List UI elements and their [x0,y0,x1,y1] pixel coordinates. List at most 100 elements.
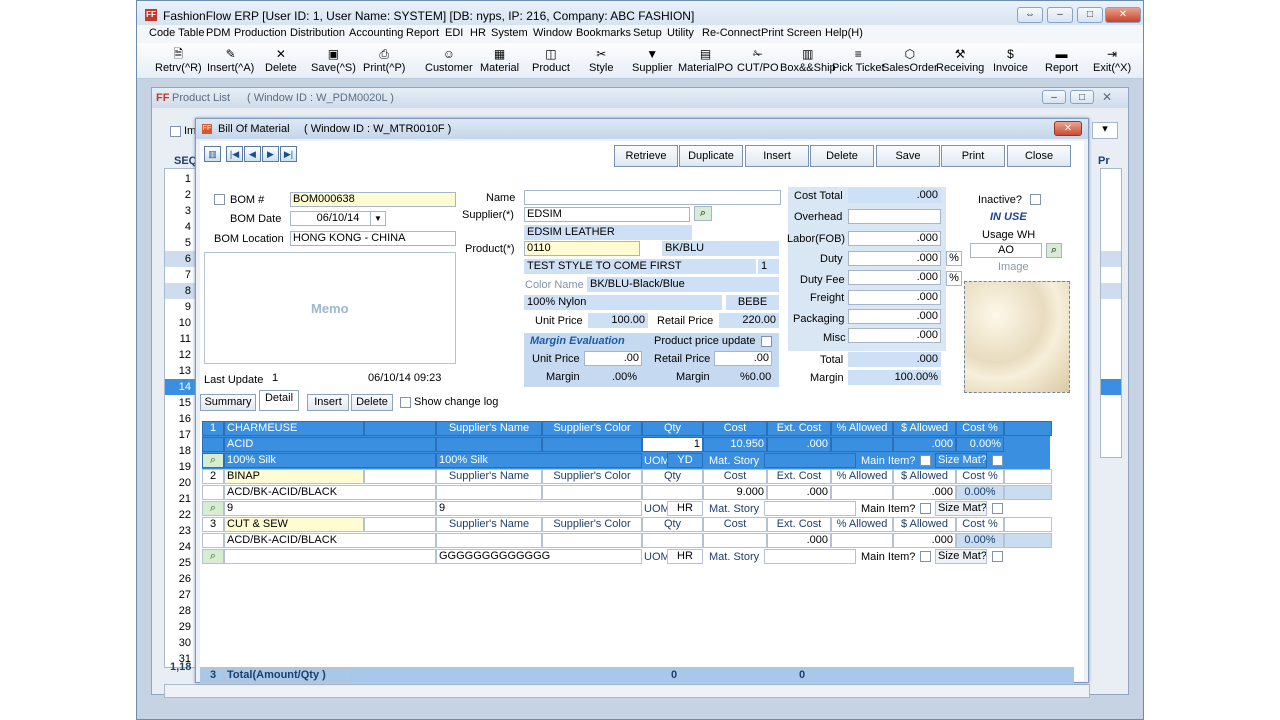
item-search-icon[interactable]: ⌕ [202,501,224,516]
menu-report[interactable]: Report [406,27,439,39]
tb-customer-button[interactable]: ☺ Customer [425,45,473,77]
date-dropdown-icon[interactable]: ▼ [370,211,386,226]
menu-production[interactable]: Production [234,27,287,39]
seq-row[interactable]: 16 [165,411,197,427]
seq-row[interactable]: 29 [165,619,197,635]
seq-row[interactable]: 11 [165,331,197,347]
pct-allowed-cell[interactable] [831,533,893,548]
usage-wh-search-icon[interactable]: ⌕ [1046,243,1062,258]
seq-row[interactable]: 19 [165,459,197,475]
item-row-2-desc[interactable]: ⌕ 9 9 UOM HR Mat. Story Main Item? Size … [202,501,1050,517]
seq-row[interactable]: 18 [165,443,197,459]
item-name[interactable]: BINAP [224,469,364,484]
detail-delete-button[interactable]: Delete [351,394,393,411]
insert-button[interactable]: Insert [745,145,809,167]
prev-record-icon[interactable]: ◀ [244,146,261,162]
seq-row[interactable]: 15 [165,395,197,411]
seq-row[interactable]: 7 [165,267,197,283]
menu-edi[interactable]: EDI [445,27,463,39]
bom-location-field[interactable]: HONG KONG - CHINA [290,231,456,246]
item-code[interactable]: ACD/BK-ACID/BLACK [224,485,436,500]
bom-no-field[interactable]: BOM000638 [290,192,456,207]
size-mat-checkbox[interactable] [992,551,1003,562]
seq-row[interactable]: 30 [165,635,197,651]
menu-code-table[interactable]: Code Table [149,27,204,39]
menu-system[interactable]: System [491,27,528,39]
tb-receiving-button[interactable]: ⚒ Receiving [936,45,984,77]
packaging-field[interactable]: .000 [848,309,941,324]
menu-hr[interactable]: HR [470,27,486,39]
menu-window[interactable]: Window [533,27,572,39]
tb-style-button[interactable]: ✂ Style [589,45,613,77]
menu-reconnect[interactable]: Re-Connect [702,27,761,39]
item-row-1-header[interactable]: 1 CHARMEUSE Supplier's Name Supplier's C… [202,421,1052,437]
pct-allowed-cell[interactable] [831,485,893,500]
size-mat-checkbox[interactable] [992,455,1003,466]
item-search-icon[interactable]: ⌕ [202,453,224,468]
seq-row[interactable]: 1 [165,171,197,187]
misc-field[interactable]: .000 [848,328,941,343]
tb-retrieve-button[interactable]: 🗎 Retrv(^R) [155,45,202,77]
bom-close-icon[interactable]: ✕ [1054,121,1082,136]
item-search-icon[interactable]: ⌕ [202,549,224,564]
overhead-field[interactable] [848,209,941,224]
item-name[interactable]: CHARMEUSE [224,421,364,436]
product-price-update-checkbox[interactable] [761,336,772,347]
pl-checkbox[interactable] [170,126,181,137]
uom-cell[interactable]: HR [667,501,703,516]
view-grid-icon[interactable]: ▥ [204,146,221,162]
seq-row[interactable]: 5 [165,235,197,251]
item-row-2-header[interactable]: 2 BINAP Supplier's Name Supplier's Color… [202,469,1052,485]
seq-row[interactable]: 23 [165,523,197,539]
supplier-color-cell[interactable] [542,533,642,548]
item-row-3-desc[interactable]: ⌕ GGGGGGGGGGGGG UOM HR Mat. Story Main I… [202,549,1050,565]
seq-row[interactable]: 27 [165,587,197,603]
seq-row[interactable]: 6 [165,251,197,267]
seq-row[interactable]: 9 [165,299,197,315]
uom-cell[interactable]: HR [667,549,703,564]
tb-boxship-button[interactable]: ▥ Box&&Ship [780,45,836,77]
uom-cell[interactable]: YD [667,453,703,468]
item-code[interactable]: ACD/BK-ACID/BLACK [224,533,436,548]
qty-cell[interactable] [642,533,703,548]
qty-cell[interactable]: 1 [642,437,703,452]
item-name[interactable]: CUT & SEW [224,517,364,532]
seq-row[interactable]: 28 [165,603,197,619]
item-row-3-values[interactable]: ACD/BK-ACID/BLACK .000 .000 0.00% [202,533,1052,549]
seq-row[interactable]: 12 [165,347,197,363]
seq-row[interactable]: 2 [165,187,197,203]
seq-row[interactable]: 25 [165,555,197,571]
pl-close-icon[interactable]: ✕ [1102,90,1112,104]
menu-setup[interactable]: Setup [633,27,662,39]
me-unit-price-field[interactable]: .00 [584,351,642,366]
supplier-code-field[interactable]: EDSIM [524,207,690,222]
supplier-search-icon[interactable]: ⌕ [694,206,712,221]
tb-save-button[interactable]: ▣ Save(^S) [311,45,356,77]
mat-story-cell[interactable] [764,453,856,468]
menu-pdm[interactable]: PDM [206,27,230,39]
dollar-allowed-cell[interactable]: .000 [893,437,956,452]
seq-row[interactable]: 4 [165,219,197,235]
duty-field[interactable]: .000 [848,251,941,266]
seq-row[interactable]: 24 [165,539,197,555]
menu-help[interactable]: Help(H) [825,27,863,39]
seq-row-selected[interactable]: 14 [165,379,197,395]
size-mat-button[interactable]: Size Mat? [935,501,987,516]
main-item-checkbox[interactable] [920,455,931,466]
last-record-icon[interactable]: ▶| [280,146,297,162]
duty-percent-icon[interactable]: % [946,251,962,266]
seq-row[interactable]: 10 [165,315,197,331]
pl-horizontal-scrollbar[interactable] [164,684,1090,698]
detail-insert-button[interactable]: Insert [307,394,349,411]
menu-bookmarks[interactable]: Bookmarks [576,27,631,39]
pct-allowed-cell[interactable] [831,437,893,452]
tb-insert-button[interactable]: ✎ Insert(^A) [207,45,254,77]
main-item-checkbox[interactable] [920,503,931,514]
qty-cell[interactable] [642,485,703,500]
inactive-checkbox[interactable] [1030,194,1041,205]
supplier-color-cell[interactable] [542,437,642,452]
memo-field[interactable]: Memo [204,252,456,364]
duty-fee-percent-icon[interactable]: % [946,271,962,286]
print-button[interactable]: Print [941,145,1005,167]
name-field[interactable] [524,190,781,205]
